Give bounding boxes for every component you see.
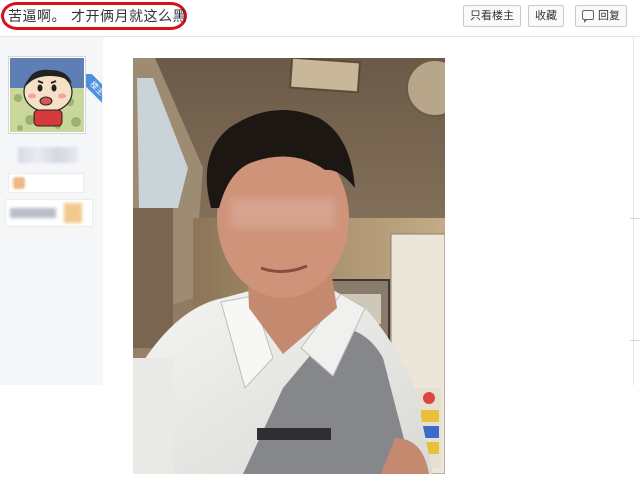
right-tick bbox=[630, 340, 640, 341]
author-name-blurred bbox=[18, 147, 78, 163]
favorite-button[interactable]: 收藏 bbox=[528, 5, 564, 27]
right-divider bbox=[633, 37, 634, 385]
reply-button-label: 回复 bbox=[598, 9, 620, 22]
badge-bar bbox=[10, 208, 56, 218]
post-photo[interactable] bbox=[133, 58, 445, 474]
author-level-blurred bbox=[8, 173, 84, 193]
level-icon bbox=[13, 177, 25, 189]
avatar-image bbox=[10, 58, 84, 132]
post-title: 苦逼啊。 才开俩月就这么黑 bbox=[8, 9, 187, 25]
reply-icon bbox=[582, 10, 594, 23]
post-header: 苦逼啊。 才开俩月就这么黑 只看楼主 收藏 回复 bbox=[0, 0, 640, 37]
only-op-button[interactable]: 只看楼主 bbox=[463, 5, 521, 27]
reply-button[interactable]: 回复 bbox=[575, 5, 627, 27]
badge-icon bbox=[64, 203, 82, 223]
avatar[interactable] bbox=[8, 56, 86, 134]
author-badge-blurred bbox=[5, 199, 93, 227]
right-tick bbox=[630, 218, 640, 219]
